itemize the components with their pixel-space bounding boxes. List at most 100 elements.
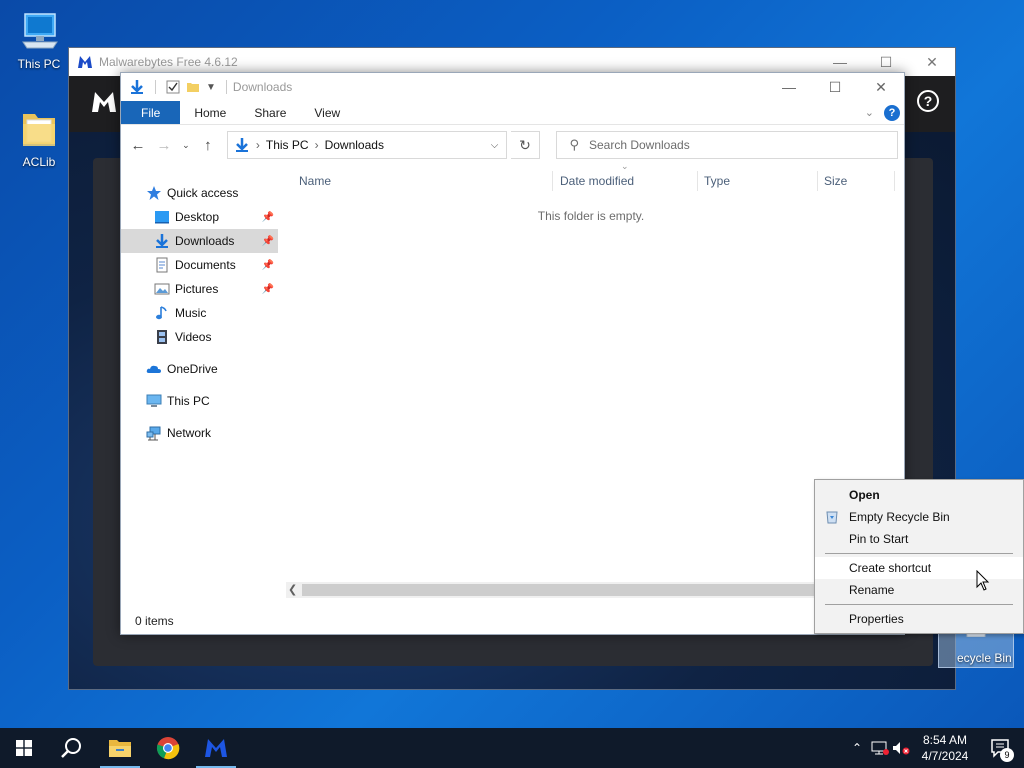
nav-documents[interactable]: Documents 📌: [121, 253, 278, 277]
computer-icon: [22, 13, 58, 49]
folder-icon: [23, 114, 55, 146]
system-tray: ⌃ 8:54 AM 4/7/2024 9: [846, 728, 1024, 768]
taskbar-file-explorer[interactable]: [96, 728, 144, 768]
nav-quick-access[interactable]: Quick access: [121, 181, 278, 205]
pin-icon: 📌: [261, 259, 274, 271]
tab-view[interactable]: View: [300, 101, 354, 124]
network-status-icon[interactable]: [868, 740, 890, 756]
pictures-icon: [154, 283, 170, 295]
desktop-icon-label: This PC: [17, 57, 61, 71]
menu-item-pin-to-start[interactable]: Pin to Start: [815, 528, 1023, 550]
tab-home[interactable]: Home: [180, 101, 240, 124]
desktop-icon-label: ACLib: [22, 155, 56, 169]
address-dropdown-icon[interactable]: ⌵: [484, 140, 506, 151]
desktop-icon-label: ecycle Bin: [957, 651, 1012, 665]
expand-ribbon-icon[interactable]: ⌄: [865, 106, 874, 119]
search-icon: [61, 738, 81, 758]
cloud-icon: [146, 365, 161, 373]
address-box[interactable]: › This PC › Downloads ⌵: [226, 131, 507, 159]
volume-muted-icon[interactable]: [890, 740, 912, 756]
close-icon[interactable]: ✕: [909, 54, 955, 71]
malwarebytes-icon: [205, 739, 227, 757]
network-icon: [146, 426, 161, 441]
action-center-button[interactable]: 9: [978, 728, 1024, 768]
tab-share[interactable]: Share: [240, 101, 300, 124]
column-type[interactable]: Type: [704, 174, 730, 188]
breadcrumb-this-pc[interactable]: This PC: [266, 138, 309, 152]
nav-downloads[interactable]: Downloads 📌: [121, 229, 278, 253]
download-arrow-icon[interactable]: [129, 79, 145, 95]
menu-item-create-shortcut[interactable]: Create shortcut: [815, 557, 1023, 579]
menu-separator: [825, 604, 1013, 605]
menu-separator: [825, 553, 1013, 554]
navigation-pane: Quick access Desktop 📌 Downloads 📌 Docum…: [121, 165, 278, 608]
new-folder-icon[interactable]: [186, 80, 200, 94]
pin-icon: 📌: [261, 235, 274, 247]
nav-music[interactable]: Music: [121, 301, 278, 325]
pin-icon: 📌: [261, 283, 274, 295]
desktop-icon: [155, 211, 169, 224]
forward-arrow-icon[interactable]: →: [153, 137, 175, 154]
status-bar: 0 items: [135, 614, 174, 628]
malwarebytes-logo-icon: [78, 56, 92, 68]
computer-icon: [146, 394, 162, 407]
column-name[interactable]: Name: [299, 174, 331, 188]
qat-dropdown-icon[interactable]: ▼: [206, 82, 216, 93]
refresh-icon[interactable]: ↻: [510, 131, 541, 159]
nav-this-pc[interactable]: This PC: [121, 389, 278, 413]
menu-item-properties[interactable]: Properties: [815, 608, 1023, 630]
film-icon: [157, 330, 167, 344]
nav-videos[interactable]: Videos: [121, 325, 278, 349]
context-menu: Open Empty Recycle Bin Pin to Start Crea…: [814, 479, 1024, 634]
nav-onedrive[interactable]: OneDrive: [121, 357, 278, 381]
desktop-icon-aclib[interactable]: ACLib: [4, 106, 74, 169]
empty-folder-message: This folder is empty.: [537, 209, 645, 223]
tab-file[interactable]: File: [121, 101, 181, 124]
properties-check-icon[interactable]: [166, 80, 180, 94]
breadcrumb-downloads[interactable]: Downloads: [325, 138, 384, 152]
taskbar-malwarebytes[interactable]: [192, 728, 240, 768]
scroll-left-icon[interactable]: ❮: [288, 582, 297, 598]
pin-icon: 📌: [261, 211, 274, 223]
music-note-icon: [156, 306, 167, 320]
recycle-bin-icon: [826, 511, 838, 524]
documents-icon: [156, 257, 168, 273]
minimize-icon[interactable]: —: [766, 79, 812, 96]
clock[interactable]: 8:54 AM 4/7/2024: [912, 732, 978, 764]
menu-item-open[interactable]: Open: [815, 484, 1023, 506]
minimize-icon[interactable]: —: [817, 54, 863, 71]
breadcrumb-separator-icon: ›: [314, 138, 319, 152]
malwarebytes-help-button[interactable]: ?: [917, 90, 939, 112]
menu-item-empty-recycle-bin[interactable]: Empty Recycle Bin: [815, 506, 1023, 528]
file-explorer-icon: [109, 740, 131, 757]
back-arrow-icon[interactable]: ←: [127, 137, 149, 154]
nav-pictures[interactable]: Pictures 📌: [121, 277, 278, 301]
downloads-icon: [235, 138, 248, 152]
horizontal-scrollbar[interactable]: ❮: [286, 582, 904, 598]
show-hidden-icons-icon[interactable]: ⌃: [846, 741, 868, 755]
column-date-modified[interactable]: Date modified: [560, 174, 634, 188]
column-headers: Name Date modified ⌄ Type Size: [278, 161, 904, 197]
search-button[interactable]: [48, 728, 96, 768]
search-input[interactable]: ⚲ Search Downloads: [556, 131, 898, 159]
recent-locations-icon[interactable]: ⌄: [179, 140, 193, 151]
search-placeholder: Search Downloads: [588, 138, 690, 152]
malwarebytes-m-icon: [92, 92, 116, 112]
menu-item-rename[interactable]: Rename: [815, 579, 1023, 601]
maximize-icon[interactable]: ☐: [863, 54, 909, 71]
clock-time: 8:54 AM: [922, 733, 968, 747]
close-icon[interactable]: ✕: [858, 79, 904, 96]
taskbar-chrome[interactable]: [144, 728, 192, 768]
start-button[interactable]: [0, 728, 48, 768]
clock-date: 4/7/2024: [921, 749, 969, 763]
explorer-title: Downloads: [232, 80, 293, 94]
desktop-icon-this-pc[interactable]: This PC: [4, 8, 74, 71]
nav-desktop[interactable]: Desktop 📌: [121, 205, 278, 229]
column-size[interactable]: Size: [824, 174, 847, 188]
up-arrow-icon[interactable]: ↑: [197, 137, 219, 154]
maximize-icon[interactable]: ☐: [812, 79, 858, 96]
help-icon[interactable]: ?: [884, 104, 900, 121]
explorer-titlebar: ▼ Downloads — ☐ ✕: [121, 73, 904, 101]
nav-network[interactable]: Network: [121, 421, 278, 445]
star-icon: [147, 186, 161, 200]
